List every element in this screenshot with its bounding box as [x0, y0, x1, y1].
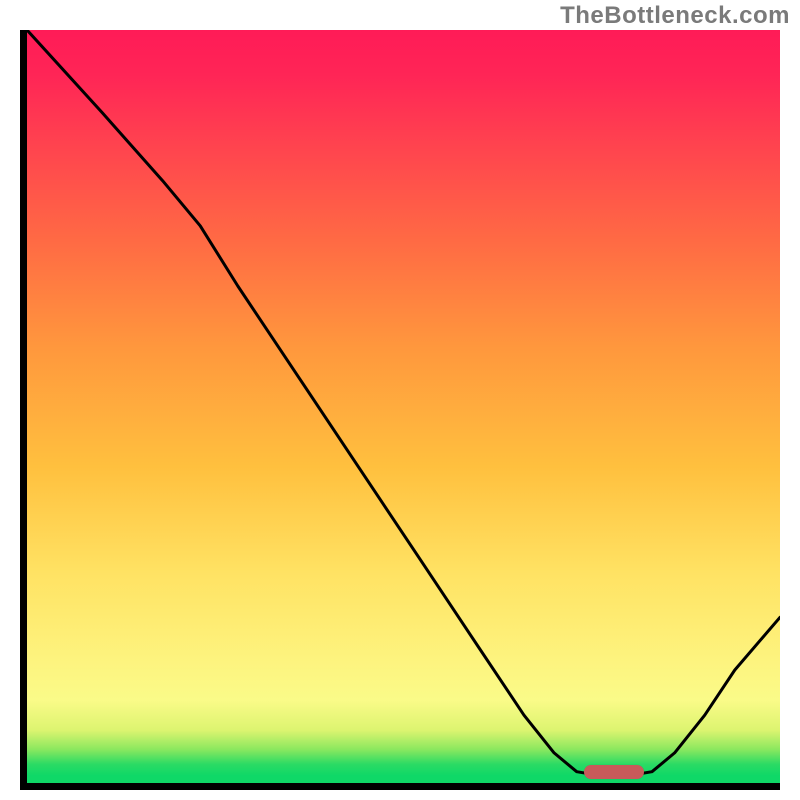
sweet-spot-marker: [584, 765, 644, 779]
attribution-watermark: TheBottleneck.com: [560, 2, 790, 30]
bottleneck-curve: [27, 30, 780, 783]
bottleneck-curve-path: [27, 30, 780, 776]
chart-container: TheBottleneck.com: [0, 0, 800, 800]
plot-area: [20, 30, 780, 790]
